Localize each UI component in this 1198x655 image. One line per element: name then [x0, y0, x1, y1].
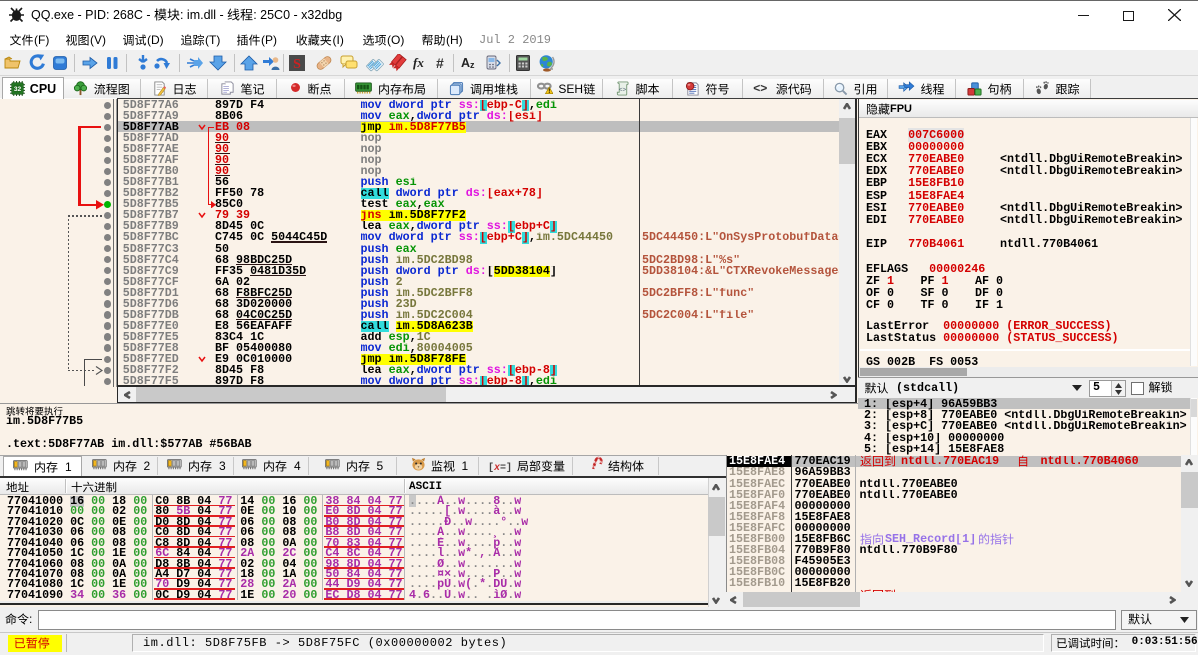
- svg-text:A: A: [461, 56, 470, 70]
- svg-text:<>: <>: [619, 86, 627, 93]
- svg-text:<>: <>: [753, 82, 767, 94]
- svg-text:#: #: [436, 55, 444, 71]
- svg-text:z: z: [470, 60, 475, 70]
- svg-text:S: S: [293, 57, 301, 72]
- svg-text:!: !: [549, 88, 551, 95]
- svg-text:fx: fx: [413, 55, 424, 70]
- svg-text:32: 32: [14, 86, 22, 93]
